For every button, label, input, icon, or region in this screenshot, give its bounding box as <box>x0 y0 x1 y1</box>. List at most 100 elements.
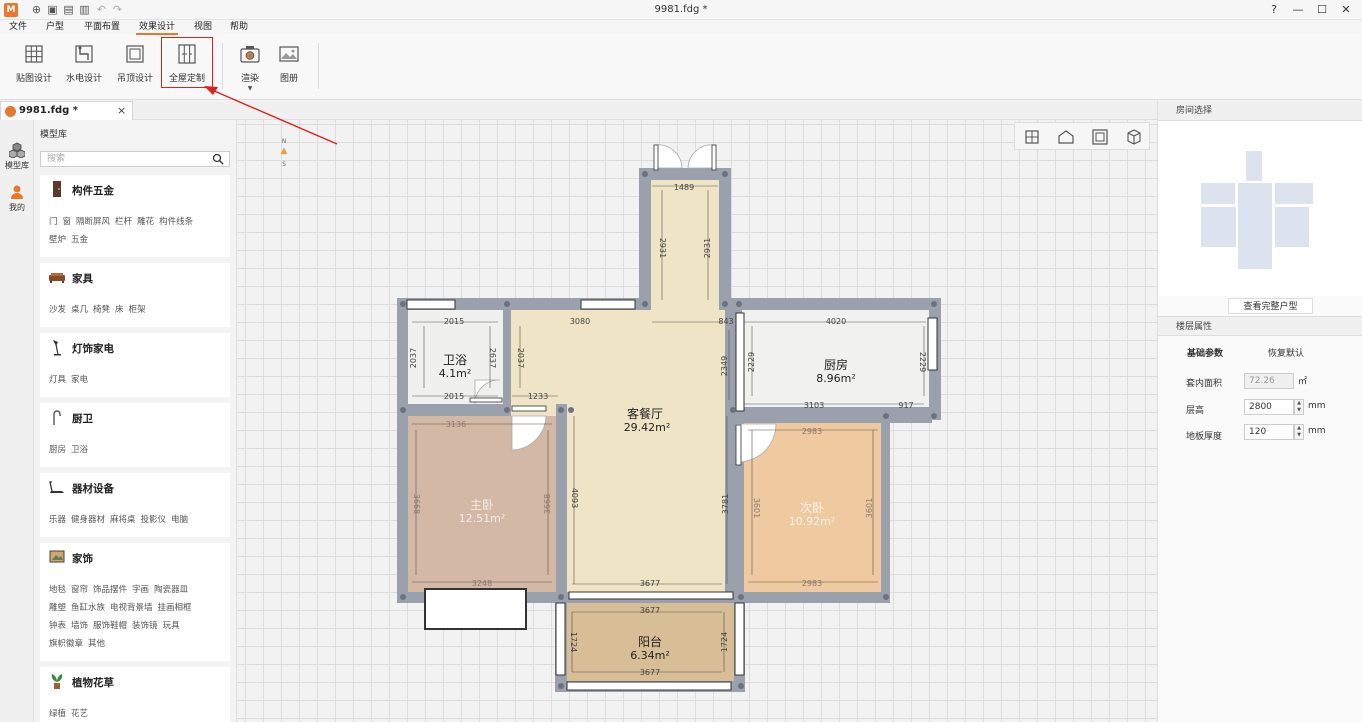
field-label-thickness: 地板厚度 <box>1186 432 1223 442</box>
plumbing-electric-button[interactable]: 水电设计 <box>59 43 109 93</box>
tab-basic-params[interactable]: 基础参数 <box>1187 346 1223 359</box>
tag[interactable]: 字画 <box>132 585 149 595</box>
category-title[interactable]: 器材设备 <box>72 481 114 496</box>
category-title[interactable]: 构件五金 <box>72 183 114 198</box>
tag[interactable]: 床 <box>115 305 124 315</box>
redo-icon[interactable]: ↷ <box>111 3 124 16</box>
tag[interactable]: 地毯 <box>49 585 66 595</box>
category-title[interactable]: 厨卫 <box>72 411 93 426</box>
tag[interactable]: 窗帘 <box>71 585 88 595</box>
view-full-floorplan-button[interactable]: 查看完整户型 <box>1228 298 1313 314</box>
menu-floorplan[interactable]: 户型 <box>43 21 67 35</box>
app-logo[interactable]: M <box>4 3 18 17</box>
dim-label: 2015 <box>444 392 464 401</box>
tag[interactable]: 饰品摆件 <box>93 585 127 595</box>
tag[interactable]: 桌几 <box>71 305 88 315</box>
tag[interactable]: 健身器材 <box>71 515 105 525</box>
tag[interactable]: 雕花 <box>137 217 154 227</box>
dim-label: 2015 <box>444 317 464 326</box>
category-title[interactable]: 家饰 <box>72 551 93 566</box>
tag[interactable]: 隔断屏风 <box>76 217 110 227</box>
tag[interactable]: 旗帜徽章 <box>49 639 83 649</box>
minimize-icon[interactable]: — <box>1286 2 1310 18</box>
tag[interactable]: 厨房 <box>49 445 66 455</box>
category-title[interactable]: 灯饰家电 <box>72 341 114 356</box>
close-tab-icon[interactable]: × <box>117 104 126 117</box>
tag[interactable]: 家电 <box>71 375 88 385</box>
floor-height-stepper[interactable]: ▲ ▼ <box>1294 399 1304 415</box>
new-icon[interactable]: ⊕ <box>30 3 43 16</box>
search-input[interactable]: 搜索 <box>40 151 230 167</box>
floorplan-thumbnail <box>1201 151 1313 269</box>
search-icon[interactable] <box>212 153 224 165</box>
category-card-plants: 植物花草 绿植 花艺 <box>40 667 230 722</box>
menu-bar: 文件 户型 平面布置 效果设计 视图 帮助 <box>0 20 1362 35</box>
floor-thumbnail[interactable] <box>1158 121 1362 296</box>
tag[interactable]: 花艺 <box>71 709 88 719</box>
faucet-icon <box>53 410 61 425</box>
annotation-arrow <box>204 86 338 145</box>
tag[interactable]: 投影仪 <box>141 515 167 525</box>
tag[interactable]: 墙饰 <box>71 621 88 631</box>
tag[interactable]: 陶瓷器皿 <box>154 585 188 595</box>
tag[interactable]: 五金 <box>71 235 88 245</box>
tag[interactable]: 壁炉 <box>49 235 66 245</box>
menu-layout[interactable]: 平面布置 <box>81 21 123 35</box>
tag[interactable]: 鱼缸水族 <box>71 603 105 613</box>
document-icon <box>5 106 16 117</box>
document-tab[interactable]: 9981.fdg * × <box>0 101 133 120</box>
tag[interactable]: 构件线条 <box>159 217 193 227</box>
floor-height-input[interactable]: 2800 <box>1244 399 1294 415</box>
floor-thickness-stepper[interactable]: ▲ ▼ <box>1294 424 1304 440</box>
save-icon[interactable]: ▤ <box>62 3 75 16</box>
close-icon[interactable]: ✕ <box>1334 2 1358 18</box>
menu-help[interactable]: 帮助 <box>227 21 251 35</box>
tag[interactable]: 电脑 <box>171 515 188 525</box>
tag[interactable]: 雕塑 <box>49 603 66 613</box>
category-title[interactable]: 植物花草 <box>72 675 114 690</box>
tag[interactable]: 门 <box>49 217 58 227</box>
tag[interactable]: 其他 <box>88 639 105 649</box>
tag[interactable]: 窗 <box>63 217 72 227</box>
tag[interactable]: 玩具 <box>163 621 180 631</box>
plant-icon <box>51 674 63 689</box>
tag[interactable]: 挂画相框 <box>158 603 192 613</box>
help-icon[interactable]: ? <box>1262 2 1286 18</box>
tag[interactable]: 装饰镜 <box>132 621 158 631</box>
menu-view[interactable]: 视图 <box>191 21 215 35</box>
tag[interactable]: 麻将桌 <box>110 515 136 525</box>
floor-thickness-input[interactable]: 120 <box>1244 424 1294 440</box>
tag[interactable]: 栏杆 <box>115 217 132 227</box>
menu-effect-design[interactable]: 效果设计 <box>136 21 179 35</box>
height-unit: mm <box>1308 401 1326 411</box>
open-icon[interactable]: ▣ <box>46 3 59 16</box>
save-as-icon[interactable]: ▥ <box>78 3 91 16</box>
tag[interactable]: 电视背景墙 <box>110 603 153 613</box>
floor-plan[interactable]: 1489 2931 2931 2015 3080 843 4020 2037 2… <box>236 120 1157 722</box>
dim-label: 2983 <box>802 427 822 436</box>
tag[interactable]: 绿植 <box>49 709 66 719</box>
ceiling-design-button[interactable]: 吊顶设计 <box>110 43 160 93</box>
dim-label: 2983 <box>802 579 822 588</box>
tag[interactable]: 灯具 <box>49 375 66 385</box>
menu-file[interactable]: 文件 <box>6 21 30 35</box>
rail-mine[interactable]: 我的 <box>2 184 32 213</box>
maximize-icon[interactable]: ☐ <box>1310 2 1334 18</box>
category-title[interactable]: 家具 <box>72 271 93 286</box>
room-area-living: 29.42m² <box>624 421 671 434</box>
tag[interactable]: 柜架 <box>129 305 146 315</box>
undo-icon[interactable]: ↶ <box>95 3 108 16</box>
restore-default-button[interactable]: 恢复默认 <box>1268 346 1304 359</box>
texture-design-button[interactable]: 贴图设计 <box>9 43 59 93</box>
tag[interactable]: 沙发 <box>49 305 66 315</box>
rail-model-library[interactable]: 模型库 <box>2 142 32 171</box>
tag[interactable]: 乐器 <box>49 515 66 525</box>
tag[interactable]: 服饰鞋帽 <box>93 621 127 631</box>
dim-label: 2037 <box>516 348 525 368</box>
category-tags: 绿植 花艺 <box>49 705 223 722</box>
tag[interactable]: 钟表 <box>49 621 66 631</box>
tag[interactable]: 椅凳 <box>93 305 110 315</box>
tag[interactable]: 卫浴 <box>71 445 88 455</box>
dim-label: 3677 <box>640 579 660 588</box>
left-rail: 模型库 我的 <box>0 120 34 722</box>
